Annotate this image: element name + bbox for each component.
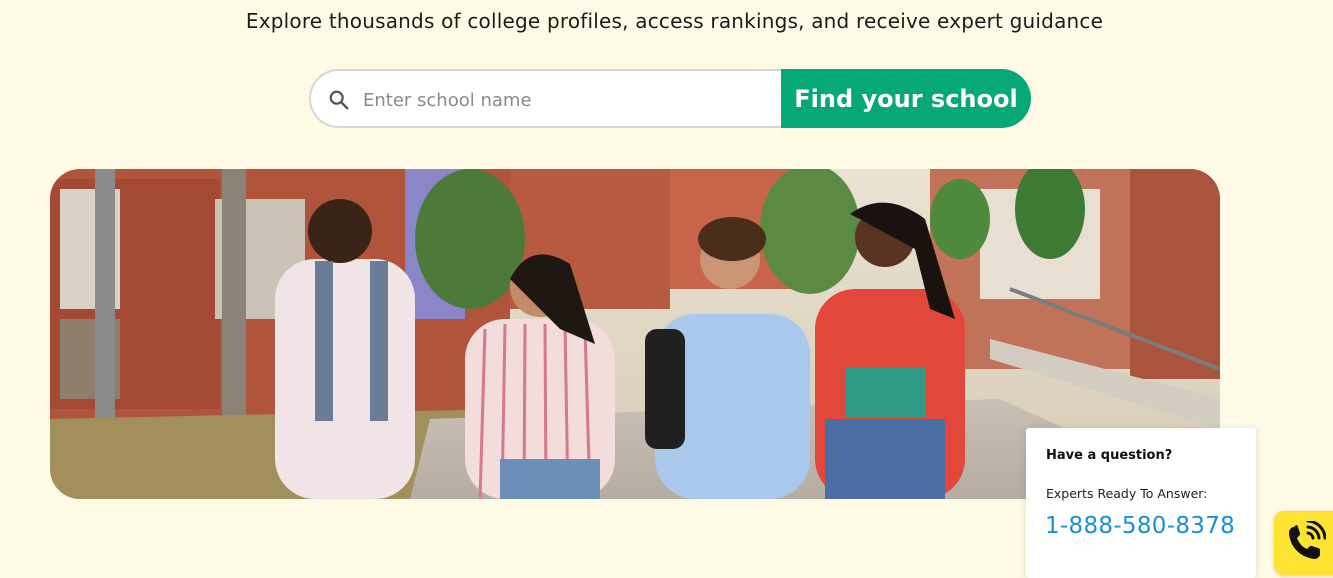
help-title: Have a question? bbox=[1046, 448, 1173, 463]
help-subtitle: Experts Ready To Answer: bbox=[1046, 486, 1208, 501]
hero-subtitle: Explore thousands of college profiles, a… bbox=[245, 9, 1104, 33]
find-school-button[interactable]: Find your school bbox=[781, 69, 1031, 128]
phone-call-icon bbox=[1289, 521, 1326, 559]
help-widget: Have a question? Experts Ready To Answer… bbox=[1026, 428, 1256, 578]
call-button[interactable] bbox=[1274, 511, 1333, 575]
search-box bbox=[309, 69, 781, 128]
help-phone-link[interactable]: 1-888-580-8378 bbox=[1045, 513, 1235, 539]
search-icon bbox=[329, 90, 349, 110]
search-input[interactable] bbox=[361, 83, 765, 117]
